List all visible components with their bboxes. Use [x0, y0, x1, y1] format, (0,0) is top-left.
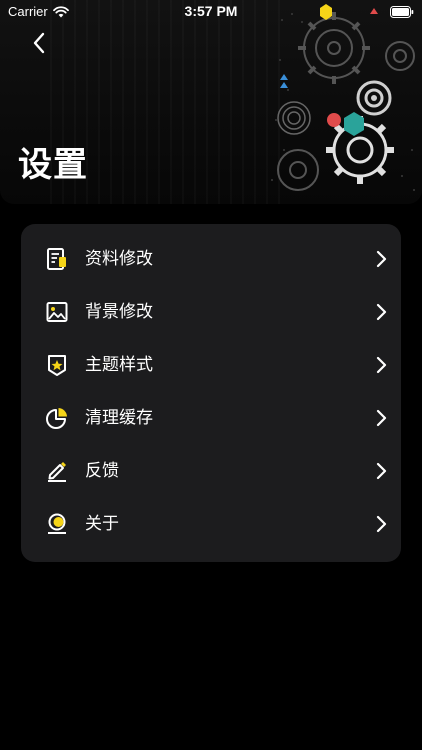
- back-button[interactable]: [24, 28, 54, 58]
- chevron-right-icon: [376, 250, 387, 268]
- settings-item-label: 背景修改: [85, 302, 153, 322]
- settings-item-feedback[interactable]: 反馈: [21, 445, 401, 498]
- chevron-right-icon: [376, 515, 387, 533]
- image-icon: [44, 299, 70, 325]
- chevron-right-icon: [376, 356, 387, 374]
- settings-item-label: 反馈: [85, 461, 119, 481]
- settings-item-about[interactable]: 关于: [21, 498, 401, 551]
- status-bar: Carrier 3:57 PM: [0, 0, 422, 24]
- chevron-right-icon: [376, 303, 387, 321]
- chevron-right-icon: [376, 462, 387, 480]
- status-time: 3:57 PM: [184, 3, 238, 19]
- settings-item-label: 资料修改: [85, 249, 153, 269]
- profile-edit-icon: [44, 246, 70, 272]
- settings-list: 资料修改 背景修改 主题样式 清理缓存 反馈 关于: [21, 224, 401, 562]
- chevron-right-icon: [376, 409, 387, 427]
- about-icon: [44, 511, 70, 537]
- settings-item-label: 关于: [85, 514, 119, 534]
- pie-chart-icon: [44, 405, 70, 431]
- settings-item-theme[interactable]: 主题样式: [21, 339, 401, 392]
- settings-item-label: 清理缓存: [85, 408, 153, 428]
- gears-illustration: [271, 4, 415, 191]
- settings-item-background[interactable]: 背景修改: [21, 286, 401, 339]
- pencil-icon: [44, 458, 70, 484]
- settings-item-label: 主题样式: [85, 355, 153, 375]
- settings-item-profile-edit[interactable]: 资料修改: [21, 233, 401, 286]
- page-title: 设置: [18, 145, 88, 185]
- settings-item-clear-cache[interactable]: 清理缓存: [21, 392, 401, 445]
- theme-star-icon: [44, 352, 70, 378]
- chevron-left-icon: [33, 32, 45, 54]
- battery-icon: [390, 6, 414, 18]
